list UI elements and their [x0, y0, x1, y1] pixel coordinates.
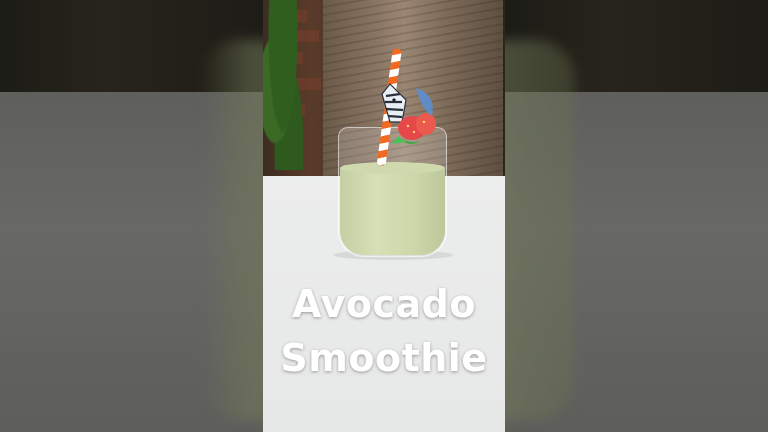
blurred-side-right [505, 0, 768, 432]
title-line-1: Avocado [292, 282, 476, 326]
ivy-leaves [263, 0, 303, 170]
blurred-side-left [0, 0, 263, 432]
video-frame: Avocado Smoothie [0, 0, 768, 432]
title-line-2: Smoothie [280, 336, 488, 380]
zebra-topper-icon [381, 83, 436, 144]
smoothie-photo: Avocado Smoothie [263, 0, 505, 432]
